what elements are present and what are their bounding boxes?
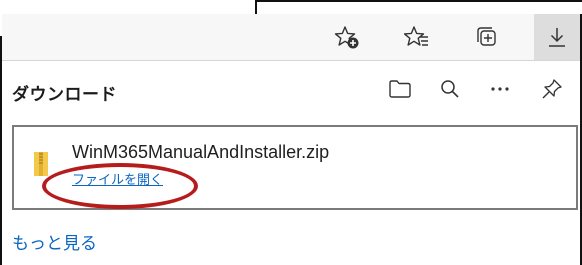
downloads-button[interactable] — [534, 14, 580, 60]
pin-icon — [541, 78, 563, 100]
downloads-icon — [544, 24, 570, 50]
collections-icon — [474, 24, 500, 50]
collections-button[interactable] — [464, 14, 510, 60]
favorites-button[interactable] — [394, 14, 440, 60]
favorites-icon — [404, 24, 430, 50]
more-options-icon — [489, 78, 511, 100]
download-item[interactable]: WinM365ManualAndInstaller.zip ファイルを開く — [12, 125, 578, 210]
search-downloads-button[interactable] — [430, 71, 470, 107]
frame-border-top — [255, 0, 582, 2]
panel-title: ダウンロード — [12, 85, 117, 105]
zip-file-icon — [34, 152, 48, 176]
pin-panel-button[interactable] — [532, 71, 572, 107]
see-more-link[interactable]: もっと見る — [12, 229, 97, 254]
open-downloads-folder-button[interactable] — [380, 71, 420, 107]
add-favorite-icon — [334, 24, 360, 50]
browser-toolbar — [2, 14, 580, 61]
download-file-name: WinM365ManualAndInstaller.zip — [72, 142, 330, 162]
open-file-link[interactable]: ファイルを開く — [72, 169, 163, 188]
more-options-button[interactable] — [480, 71, 520, 107]
frame-border-divider — [255, 0, 257, 14]
search-icon — [439, 78, 461, 100]
add-favorite-button[interactable] — [324, 14, 370, 60]
downloads-panel: ダウンロード WinM365ManualAndInstaller.zip ファイ… — [2, 61, 580, 265]
open-folder-icon — [388, 78, 412, 100]
